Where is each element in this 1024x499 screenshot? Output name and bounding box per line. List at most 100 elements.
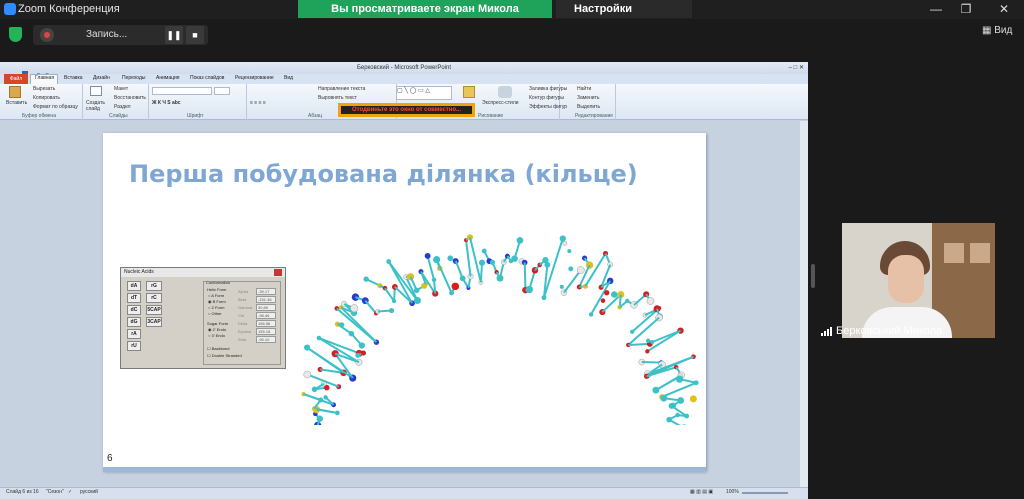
na-button-dt: dT [127, 293, 141, 303]
font-name-select[interactable] [152, 87, 212, 95]
zoom-level[interactable]: 100% [726, 489, 739, 495]
na-button-rc: rC [146, 293, 162, 303]
replace-button[interactable]: Заменить [577, 95, 599, 101]
clipboard-group-label: Буфер обмена [22, 113, 56, 119]
atom [600, 298, 606, 303]
minimize-icon[interactable]: — [928, 2, 944, 16]
move-window-warning: Отодвиньте это окно от совместно... [338, 103, 475, 117]
atom [604, 290, 610, 296]
paste-icon[interactable] [9, 86, 21, 98]
tab-transitions[interactable]: Переходы [122, 75, 145, 81]
format-painter-button[interactable]: Формат по образцу [33, 104, 78, 110]
tab-animation[interactable]: Анимация [156, 75, 179, 81]
atom [324, 384, 330, 391]
tab-slideshow[interactable]: Показ слайдов [190, 75, 224, 81]
atom [559, 284, 564, 289]
view-button[interactable]: ▦ Вид [982, 25, 1012, 36]
bond [601, 293, 622, 313]
copy-button[interactable]: Копировать [33, 95, 60, 101]
bond [523, 262, 527, 291]
tab-review[interactable]: Рецензирование [235, 75, 274, 81]
security-shield-icon[interactable] [9, 27, 22, 42]
param-label: Gamma [238, 305, 253, 310]
tab-home[interactable]: Главная [35, 75, 54, 81]
find-button[interactable]: Найти [577, 86, 591, 92]
atom [611, 291, 618, 298]
text-direction-button[interactable]: Направление текста [318, 86, 365, 92]
double-stranded-label: Double Stranded [211, 353, 242, 358]
new-slide-icon[interactable] [90, 86, 102, 96]
slides-group-label: Слайды [109, 113, 128, 119]
ppt-status-bar [0, 487, 808, 499]
shape-outline-button[interactable]: Контур фигуры [529, 95, 564, 101]
param-field: -95.10 [256, 336, 276, 343]
vertical-scrollbar[interactable] [800, 121, 808, 487]
cut-button[interactable]: Вырезать [33, 86, 55, 92]
helix-form-option: ○ Z Form [208, 305, 225, 310]
shape-effects-button[interactable]: Эффекты фигур [529, 104, 567, 110]
spellcheck-icon[interactable]: ✓ [68, 489, 72, 495]
backbond-checkbox: ☐ Backbond [207, 346, 230, 351]
theme-name: "Сезон" [46, 489, 64, 495]
bond [435, 259, 453, 294]
express-styles-icon[interactable] [498, 86, 512, 98]
sugar-form-option: ○ 3' Endo [208, 333, 225, 338]
sugar-form-label: Sugar Form [207, 321, 229, 326]
layout-button[interactable]: Макет [114, 86, 128, 92]
participant-video[interactable] [842, 223, 995, 338]
helix-form-option: ◉ B Form [208, 299, 226, 304]
shape-fill-button[interactable]: Заливка фигуры [529, 86, 567, 92]
helix-form-label: Helix Form [207, 287, 227, 292]
slide-number: 6 [107, 453, 113, 464]
close-icon[interactable]: ✕ [996, 2, 1012, 16]
font-format-buttons[interactable]: Ж К Ч S abc [152, 100, 181, 106]
language-indicator[interactable]: русский [80, 489, 98, 495]
align-text-button[interactable]: Выровнять текст [318, 95, 357, 101]
app-title: Zoom Конференция [18, 3, 120, 15]
tab-design[interactable]: Дизайн [93, 75, 110, 81]
reset-button[interactable]: Восстановить [114, 95, 146, 101]
backbond-label: Backbond [211, 346, 230, 351]
section-button[interactable]: Раздел [114, 104, 131, 110]
paste-button[interactable]: Вставить [6, 100, 27, 106]
nucleic-acids-title: Nucleic Acids [121, 268, 285, 277]
atom [424, 253, 431, 259]
tab-insert[interactable]: Вставка [64, 75, 83, 81]
na-button-dc: dC [127, 305, 141, 315]
quick-access-toolbar[interactable]: ↶ ↷ [22, 64, 82, 79]
na-button-3cap: 3CAP [146, 317, 162, 327]
conformation-label: Conformation [206, 280, 231, 285]
new-slide-button[interactable]: Создать слайд [86, 100, 106, 112]
ppt-window-controls[interactable]: – □ ✕ [774, 62, 804, 74]
bond [661, 381, 697, 398]
view-mode-icons[interactable]: ▦ ▥ ▤ ▣ [690, 489, 713, 495]
slide-counter: Слайд 6 из 16 [6, 489, 39, 495]
view-options-button[interactable]: Настройки просмотра ⌄ [556, 0, 692, 33]
na-button-ru: rU [127, 341, 141, 351]
atom [646, 297, 655, 305]
atom [645, 349, 650, 354]
restore-icon[interactable]: ❐ [958, 2, 974, 16]
pause-recording-button[interactable]: ❚❚ [165, 26, 183, 44]
atom [478, 259, 486, 266]
panel-splitter-handle[interactable] [811, 264, 815, 288]
font-size-select[interactable] [214, 87, 230, 95]
tab-view[interactable]: Вид [284, 75, 293, 81]
font-group-label: Шрифт [187, 113, 204, 119]
express-styles-button[interactable]: Экспресс-стили [482, 100, 519, 106]
stop-recording-button[interactable]: ■ [186, 26, 204, 44]
arrange-icon[interactable] [463, 86, 475, 98]
zoom-slider[interactable] [742, 492, 788, 494]
tab-file[interactable]: Файл [4, 74, 28, 84]
door-panel [970, 243, 990, 263]
atom [413, 297, 421, 305]
na-button-5cap: 5CAP [146, 305, 162, 315]
atom [323, 395, 328, 400]
align-icons[interactable]: ≡ ≡ ≡ ≡ [250, 100, 266, 106]
person-face [888, 255, 924, 303]
param-label: Delta [238, 321, 248, 326]
view-button-label: Вид [994, 25, 1013, 36]
atom [567, 249, 572, 254]
shapes-gallery[interactable]: ▢ ╲ ◯ ▭ △ [396, 86, 452, 100]
select-button[interactable]: Выделить [577, 104, 600, 110]
